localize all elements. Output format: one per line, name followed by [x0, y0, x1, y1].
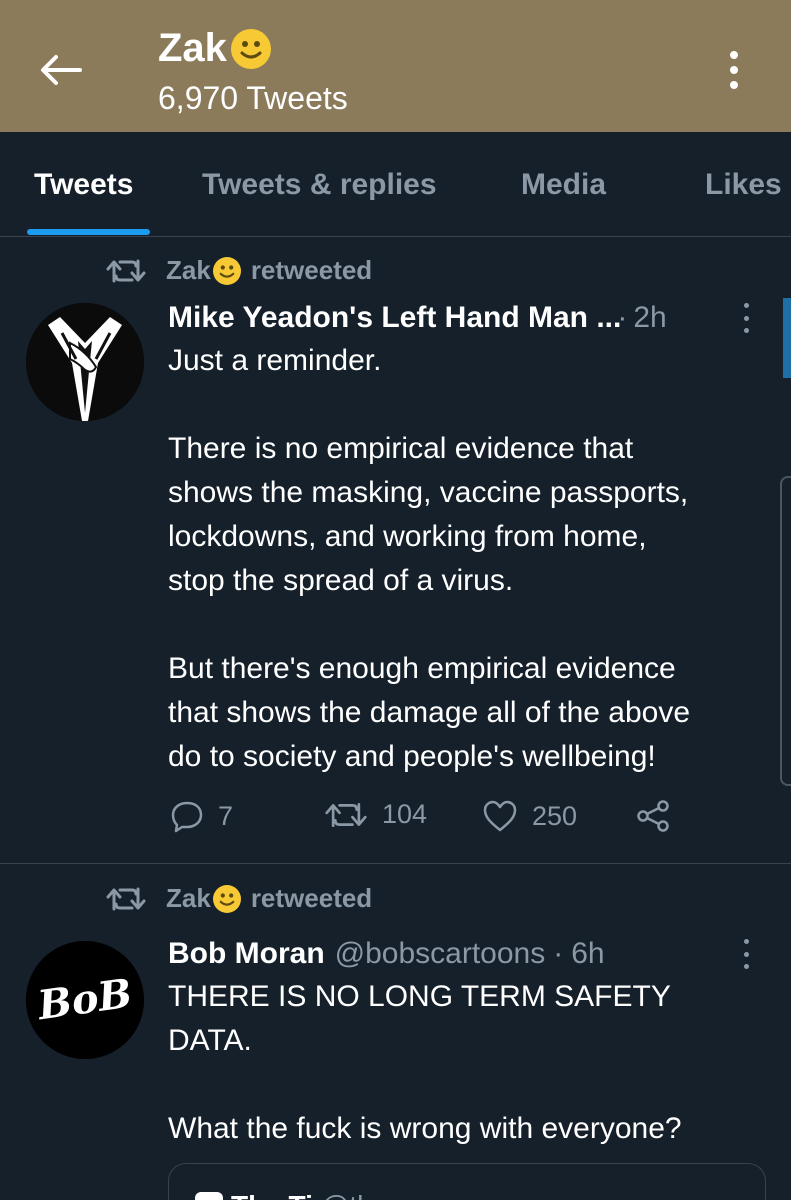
author-name[interactable]: Mike Yeadon's Left Hand Man ... — [168, 301, 621, 335]
like-count: 250 — [532, 800, 578, 831]
retweeter-name[interactable]: Zak — [166, 255, 211, 286]
tweet-count: 6,970 Tweets — [158, 80, 348, 116]
tweet-text-line: that shows the damage all of the above — [168, 696, 691, 729]
tweet-timestamp[interactable]: 6h — [571, 937, 604, 971]
reply-button[interactable]: 7 — [170, 799, 233, 833]
more-vertical-icon — [743, 939, 749, 944]
tab-media[interactable]: Media — [521, 168, 606, 202]
retweet-icon — [325, 802, 367, 827]
more-options-button[interactable] — [712, 46, 756, 94]
retweeter-name[interactable]: Zak — [166, 883, 211, 914]
quoted-author-name: The Ti — [231, 1190, 313, 1200]
tweet-timestamp[interactable]: 2h — [633, 301, 666, 335]
tweet-more-button[interactable] — [738, 939, 754, 969]
share-icon — [637, 800, 669, 832]
quoted-avatar-icon — [195, 1192, 223, 1200]
tweet-text: THERE IS NO LONG TERM SAFETY DATA. What … — [168, 975, 768, 1151]
dot-separator: · — [617, 301, 628, 334]
tweet-text-line: Just a reminder. — [168, 344, 382, 377]
profile-name: Zak — [158, 26, 271, 71]
tweet-card[interactable]: Zak retweeted Mike Yeadon's Left Hand Ma… — [0, 237, 791, 864]
profile-header: Zak 6,970 Tweets — [0, 0, 791, 132]
share-button[interactable] — [636, 799, 684, 833]
tweet-card[interactable]: Zak retweeted BoB Bob Moran @bobscartoon… — [0, 865, 791, 1200]
retweet-button[interactable]: 104 — [324, 799, 427, 830]
side-panel-edge — [780, 476, 791, 786]
reply-count: 7 — [218, 800, 234, 831]
tweet-text: Just a reminder. There is no empirical e… — [168, 339, 768, 779]
profile-tabs: Tweets Tweets & replies Media Likes — [0, 132, 791, 237]
tweet-text-line: stop the spread of a virus. — [168, 564, 514, 597]
bob-avatar-image: BoB — [26, 941, 144, 1059]
retweet-icon — [106, 887, 146, 910]
retweet-context: Zak retweeted — [106, 883, 372, 914]
author-handle[interactable]: @bobscartoons — [335, 937, 546, 971]
tweet-text-line: shows the masking, vaccine passports, — [168, 476, 689, 509]
profile-name-text: Zak — [158, 26, 227, 70]
smiley-emoji-icon — [230, 28, 271, 69]
tweet-author-row: Bob Moran @bobscartoons · 6h — [168, 937, 605, 971]
retweet-context: Zak retweeted — [106, 255, 372, 286]
quoted-tweet-header: The Ti @th... — [195, 1190, 396, 1200]
back-button[interactable] — [36, 46, 84, 94]
dot-separator: · — [553, 937, 564, 970]
tweet-actions: 7 104 250 — [170, 799, 690, 839]
retweeted-label: retweeted — [250, 883, 373, 913]
more-vertical-icon — [743, 303, 749, 308]
quoted-tweet-card[interactable]: The Ti @th... — [168, 1163, 766, 1200]
author-name[interactable]: Bob Moran — [168, 937, 325, 971]
more-vertical-icon — [730, 51, 738, 59]
smiley-emoji-icon — [212, 256, 241, 285]
tweet-text-line: DATA. — [168, 1024, 252, 1057]
active-tab-indicator — [27, 229, 150, 235]
tweet-text-line: lockdowns, and working from home, — [168, 520, 647, 553]
quoted-author-handle: @th... — [321, 1190, 396, 1200]
tweet-text-line: do to society and people's wellbeing! — [168, 740, 656, 773]
tweet-text-line: But there's enough empirical evidence — [168, 652, 676, 685]
like-button[interactable]: 250 — [482, 799, 577, 833]
retweet-icon — [106, 259, 146, 282]
avatar[interactable] — [26, 303, 144, 421]
tab-likes[interactable]: Likes — [705, 168, 782, 202]
tweet-author-row: Mike Yeadon's Left Hand Man ... · 2h — [168, 301, 667, 335]
tab-tweets[interactable]: Tweets — [34, 168, 133, 202]
tweet-text-line: There is no empirical evidence that — [168, 432, 634, 465]
reply-bubble-icon — [171, 801, 203, 833]
avatar[interactable]: BoB — [26, 941, 144, 1059]
tweet-text-line: What the fuck is wrong with everyone? — [168, 1112, 682, 1145]
tweet-more-button[interactable] — [738, 303, 754, 333]
suit-figure-avatar-image — [26, 303, 144, 421]
tweet-text-line: THERE IS NO LONG TERM SAFETY — [168, 980, 671, 1013]
tab-tweets-and-replies[interactable]: Tweets & replies — [202, 168, 437, 202]
retweet-count: 104 — [382, 799, 428, 829]
smiley-emoji-icon — [212, 884, 241, 913]
retweeted-label: retweeted — [250, 255, 373, 285]
scroll-position-indicator[interactable] — [783, 298, 791, 378]
arrow-left-icon — [41, 55, 82, 85]
heart-icon — [483, 800, 517, 832]
